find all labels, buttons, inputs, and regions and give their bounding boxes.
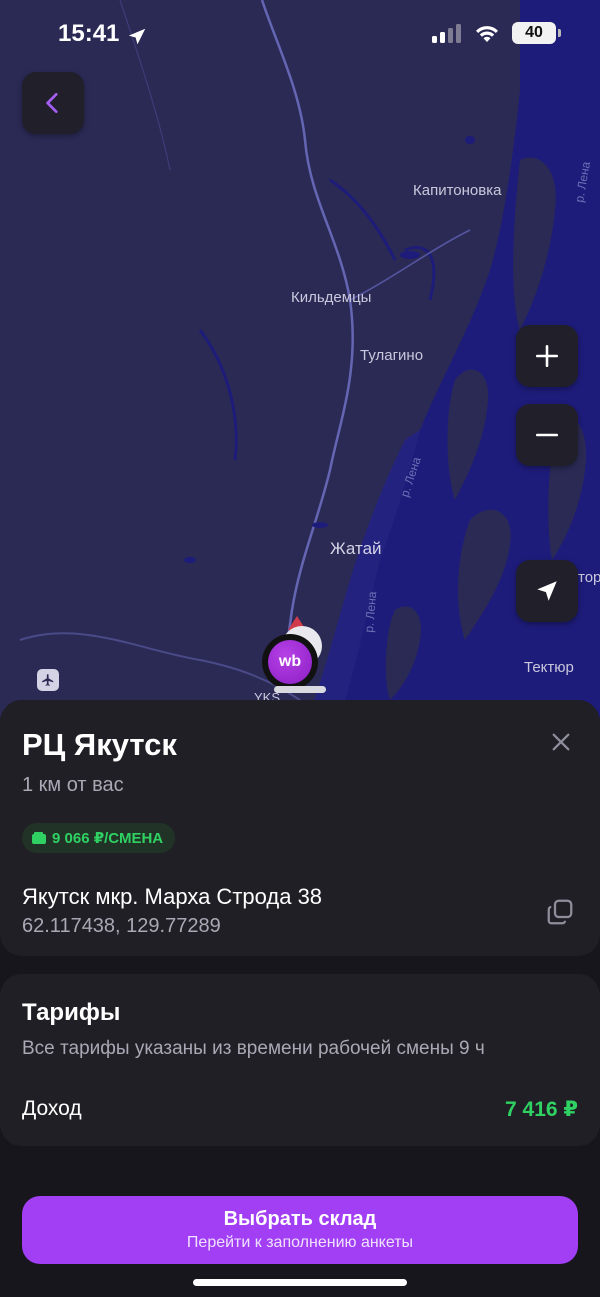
- map-view[interactable]: Капитоновка Кильдемцы Тулагино Жатай Тек…: [0, 0, 600, 740]
- place-label: Капитоновка: [413, 182, 502, 199]
- wallet-icon: [32, 832, 46, 844]
- close-button[interactable]: [546, 727, 576, 757]
- location-arrow-icon: [128, 28, 146, 45]
- my-location-button[interactable]: [516, 560, 578, 622]
- status-bar: 15:41 40: [0, 0, 600, 70]
- pay-badge-text: 9 066 ₽/СМЕНА: [52, 830, 164, 847]
- warehouse-marker[interactable]: wb: [262, 634, 318, 690]
- place-label: Жатай: [330, 539, 382, 558]
- income-label: Доход: [22, 1097, 82, 1120]
- wifi-icon: [476, 26, 498, 42]
- place-label: Тектюр: [524, 659, 574, 676]
- select-warehouse-button[interactable]: Выбрать склад Перейти к заполнению анкет…: [22, 1196, 578, 1264]
- address-text: Якутск мкр. Марха Строда 38: [22, 884, 323, 909]
- place-label: тор: [578, 569, 600, 586]
- battery-icon: 40: [512, 22, 561, 44]
- minus-icon: [535, 433, 559, 437]
- place-label: Кильдемцы: [291, 289, 372, 306]
- copy-address-button[interactable]: [543, 895, 577, 929]
- tariffs-title: Тарифы: [22, 999, 121, 1026]
- warehouse-title: РЦ Якутск: [22, 727, 177, 762]
- zoom-out-button[interactable]: [516, 404, 578, 466]
- copy-icon: [547, 899, 573, 925]
- back-button[interactable]: [22, 72, 84, 134]
- plus-icon: [535, 344, 559, 368]
- home-indicator[interactable]: [193, 1279, 407, 1286]
- marker-base: [274, 686, 326, 693]
- cellular-signal-icon: [432, 24, 461, 43]
- cta-sub-label: Перейти к заполнению анкеты: [186, 1234, 414, 1251]
- navigation-arrow-icon: [537, 581, 557, 601]
- wb-logo: wb: [268, 640, 312, 684]
- back-arrow-icon: [46, 92, 58, 114]
- cta-main-label: Выбрать склад: [223, 1208, 377, 1230]
- zoom-in-button[interactable]: [516, 325, 578, 387]
- pay-badge: 9 066 ₽/СМЕНА: [22, 823, 176, 853]
- status-icons: 40: [432, 22, 561, 44]
- status-time: 15:41: [58, 20, 120, 47]
- place-label: Тулагино: [360, 347, 424, 364]
- close-icon: [552, 733, 570, 751]
- airplane-icon: [37, 669, 59, 691]
- coordinates-text: 62.117438, 129.77289: [22, 915, 221, 937]
- tariffs-note: Все тарифы указаны из времени рабочей см…: [22, 1038, 485, 1059]
- income-value: 7 416 ₽: [505, 1098, 578, 1121]
- distance-text: 1 км от вас: [22, 774, 124, 796]
